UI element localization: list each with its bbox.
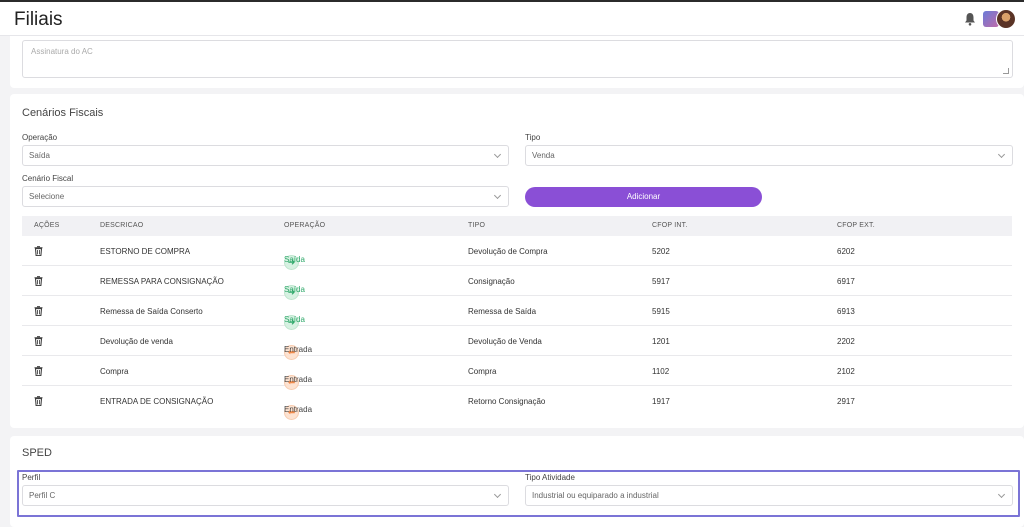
table-header: AÇÕES DESCRICAO OPERAÇÃO TIPO CFOP INT. … xyxy=(22,216,1012,236)
tipo-atividade-value: Industrial ou equiparado a industrial xyxy=(532,491,659,500)
row-cfop-ext: 6917 xyxy=(837,277,855,286)
row-cfop-int: 5915 xyxy=(652,307,670,316)
row-cfop-ext: 2102 xyxy=(837,367,855,376)
sped-title: SPED xyxy=(22,447,52,459)
cenario-fiscal-label: Cenário Fiscal xyxy=(22,174,74,183)
assinatura-placeholder: Assinatura do AC xyxy=(31,47,93,56)
row-cfop-int: 5917 xyxy=(652,277,670,286)
chevron-down-icon xyxy=(997,150,1006,159)
table-row: Devolução de venda ⬅ Entrada Devolução de… xyxy=(22,326,1012,360)
col-tipo: TIPO xyxy=(468,222,486,229)
tipo-value: Venda xyxy=(532,151,555,160)
perfil-value: Perfil C xyxy=(29,491,56,500)
row-tipo: Compra xyxy=(468,367,497,376)
row-cfop-int: 1201 xyxy=(652,337,670,346)
table-row: REMESSA PARA CONSIGNAÇÃO ➜ Saída Consigna… xyxy=(22,266,1012,300)
trash-icon[interactable] xyxy=(34,276,43,286)
page-title: Filiais xyxy=(14,9,63,30)
table-row: ESTORNO DE COMPRA ➜ Saída Devolução de Co… xyxy=(22,236,1012,270)
row-tipo: Devolução de Venda xyxy=(468,337,542,346)
trash-icon[interactable] xyxy=(34,396,43,406)
tipo-select[interactable]: Venda xyxy=(525,145,1013,166)
trash-icon[interactable] xyxy=(34,366,43,376)
perfil-select[interactable]: Perfil C xyxy=(22,485,509,506)
row-tipo: Retorno Consignação xyxy=(468,397,546,406)
row-descricao: REMESSA PARA CONSIGNAÇÃO xyxy=(100,277,224,286)
row-cfop-ext: 6202 xyxy=(837,247,855,256)
col-cfop-ext: CFOP EXT. xyxy=(837,222,875,229)
user-avatar[interactable] xyxy=(996,9,1016,29)
col-acoes: AÇÕES xyxy=(34,222,60,229)
table-row: Remessa de Saída Conserto ➜ Saída Remessa… xyxy=(22,296,1012,330)
row-cfop-int: 1102 xyxy=(652,367,670,376)
chevron-down-icon xyxy=(493,490,502,499)
trash-icon[interactable] xyxy=(34,246,43,256)
cenario-fiscal-select[interactable]: Selecione xyxy=(22,186,509,207)
cenarios-table: AÇÕES DESCRICAO OPERAÇÃO TIPO CFOP INT. … xyxy=(22,216,1012,420)
cenario-fiscal-value: Selecione xyxy=(29,192,65,201)
table-row: ENTRADA DE CONSIGNAÇÃO ⬅ Entrada Retorno … xyxy=(22,386,1012,420)
operacao-text: Saída xyxy=(284,315,305,324)
row-tipo: Consignação xyxy=(468,277,515,286)
row-descricao: Compra xyxy=(100,367,129,376)
row-tipo: Devolução de Compra xyxy=(468,247,548,256)
table-row: Compra ⬅ Entrada Compra 1102 2102 xyxy=(22,356,1012,390)
trash-icon[interactable] xyxy=(34,336,43,346)
row-cfop-ext: 2202 xyxy=(837,337,855,346)
tipo-atividade-select[interactable]: Industrial ou equiparado a industrial xyxy=(525,485,1013,506)
row-cfop-ext: 6913 xyxy=(837,307,855,316)
row-descricao: ESTORNO DE COMPRA xyxy=(100,247,191,256)
operacao-select[interactable]: Saída xyxy=(22,145,509,166)
trash-icon[interactable] xyxy=(34,306,43,316)
col-operacao: OPERAÇÃO xyxy=(284,222,326,229)
cenarios-title: Cenários Fiscais xyxy=(22,107,104,119)
operacao-text: Entrada xyxy=(284,375,313,384)
tipo-atividade-label: Tipo Atividade xyxy=(525,473,575,482)
perfil-label: Perfil xyxy=(22,473,41,482)
app-header: Filiais xyxy=(0,2,1024,36)
chevron-down-icon xyxy=(997,490,1006,499)
row-tipo: Remessa de Saída xyxy=(468,307,537,316)
row-cfop-int: 5202 xyxy=(652,247,670,256)
col-descricao: DESCRICAO xyxy=(100,222,144,229)
row-cfop-ext: 2917 xyxy=(837,397,855,406)
cenarios-fiscais-card: Cenários Fiscais Operação Saída Tipo Ven… xyxy=(10,94,1024,428)
operacao-text: Saída xyxy=(284,285,305,294)
operacao-text: Entrada xyxy=(284,405,313,414)
tipo-label: Tipo xyxy=(525,133,541,142)
resize-handle[interactable] xyxy=(1003,68,1009,74)
bell-icon[interactable] xyxy=(964,12,976,26)
assinatura-textarea[interactable]: Assinatura do AC xyxy=(22,40,1013,78)
assinatura-card: Assinatura do AC xyxy=(10,36,1024,88)
row-descricao: Remessa de Saída Conserto xyxy=(100,307,203,316)
row-descricao: Devolução de venda xyxy=(100,337,173,346)
operacao-label: Operação xyxy=(22,133,58,142)
sped-card: SPED Perfil Perfil C Tipo Atividade Indu… xyxy=(10,436,1024,527)
operacao-text: Saída xyxy=(284,255,305,264)
operacao-value: Saída xyxy=(29,151,50,160)
col-cfop-int: CFOP INT. xyxy=(652,222,688,229)
operacao-text: Entrada xyxy=(284,345,313,354)
adicionar-button[interactable]: Adicionar xyxy=(525,187,762,207)
row-cfop-int: 1917 xyxy=(652,397,670,406)
row-descricao: ENTRADA DE CONSIGNAÇÃO xyxy=(100,397,214,406)
chevron-down-icon xyxy=(493,150,502,159)
chevron-down-icon xyxy=(493,191,502,200)
